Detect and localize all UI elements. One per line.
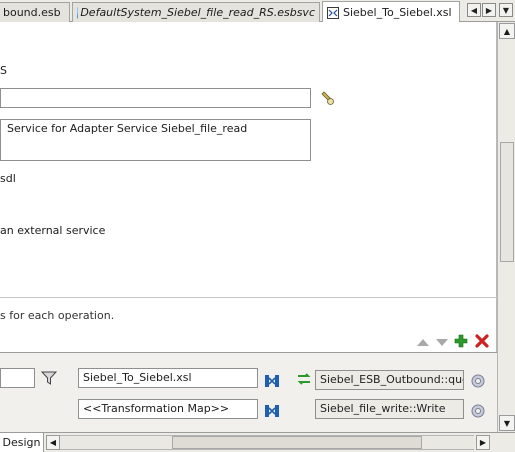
browse-flashlight-icon[interactable] [319, 90, 335, 106]
scroll-up-button[interactable]: ▲ [499, 23, 515, 39]
tab-esbsvc[interactable]: DefaultSystem_Siebel_file_read_RS.esbsvc [72, 2, 320, 22]
add-icon[interactable] [454, 334, 468, 348]
remove-icon[interactable] [475, 334, 489, 348]
scroll-down-button[interactable]: ▼ [499, 415, 515, 431]
horizontal-scroll-thumb[interactable] [172, 436, 422, 449]
horizontal-scroll-track[interactable] [60, 435, 474, 450]
wsdl-label-fragment: sdl [0, 172, 16, 185]
tab-label: bound.esb [3, 6, 61, 19]
tab-bound-esb[interactable]: bound.esb [0, 2, 70, 22]
description-text: Service for Adapter Service Siebel_file_… [7, 122, 248, 135]
scroll-left-button[interactable]: ◀ [46, 435, 60, 450]
tab-list-dropdown-button[interactable]: ▼ [499, 3, 513, 17]
editor-tab-bar: bound.esb DefaultSystem_Siebel_file_read… [0, 0, 515, 23]
name-input[interactable] [0, 88, 311, 108]
esb-service-editor-panel: S Service for Adapter Service Siebel_fil… [0, 22, 497, 432]
transformation-map-icon[interactable] [264, 403, 280, 419]
tab-scroll-right-button[interactable]: ▶ [482, 3, 496, 17]
filter-funnel-icon[interactable] [41, 371, 57, 385]
bottom-bar: Design ◀ ▶ [0, 432, 515, 452]
transformation-input[interactable]: <<Transformation Map>> [78, 399, 258, 419]
tab-label: Siebel_To_Siebel.xsl [343, 6, 452, 19]
xsl-file-icon [327, 6, 339, 19]
transformation-map-icon[interactable] [264, 373, 280, 389]
external-service-label-fragment: an external service [0, 224, 106, 237]
globe-icon [77, 6, 79, 19]
tab-design[interactable]: Design [0, 433, 44, 452]
move-down-icon[interactable] [435, 336, 449, 348]
vertical-scrollbar[interactable]: ▲ ▼ [497, 22, 515, 432]
gear-icon[interactable] [470, 403, 486, 419]
transformation-input[interactable]: Siebel_To_Siebel.xsl [78, 368, 258, 388]
tab-siebel-to-siebel-xsl[interactable]: Siebel_To_Siebel.xsl [322, 1, 460, 23]
scroll-right-button[interactable]: ▶ [476, 435, 490, 450]
target-service-field: Siebel_ESB_Outbound::query [315, 370, 464, 390]
tab-label: DefaultSystem_Siebel_file_read_RS.esbsvc [80, 6, 315, 19]
design-tab-label: Design [2, 436, 41, 449]
operations-note-fragment: s for each operation. [0, 309, 115, 322]
scroll-thumb[interactable] [500, 142, 514, 262]
sync-arrows-icon[interactable] [296, 372, 312, 386]
target-service-field: Siebel_file_write::Write [315, 399, 464, 419]
gear-icon[interactable] [470, 373, 486, 389]
filter-input[interactable] [0, 368, 35, 388]
routing-rules-area [0, 353, 497, 432]
description-textarea[interactable]: Service for Adapter Service Siebel_file_… [0, 119, 311, 161]
section-divider [0, 297, 497, 298]
tab-scroll-left-button[interactable]: ◀ [467, 3, 481, 17]
move-up-icon[interactable] [416, 336, 430, 348]
section-heading-fragment: S [0, 64, 7, 77]
